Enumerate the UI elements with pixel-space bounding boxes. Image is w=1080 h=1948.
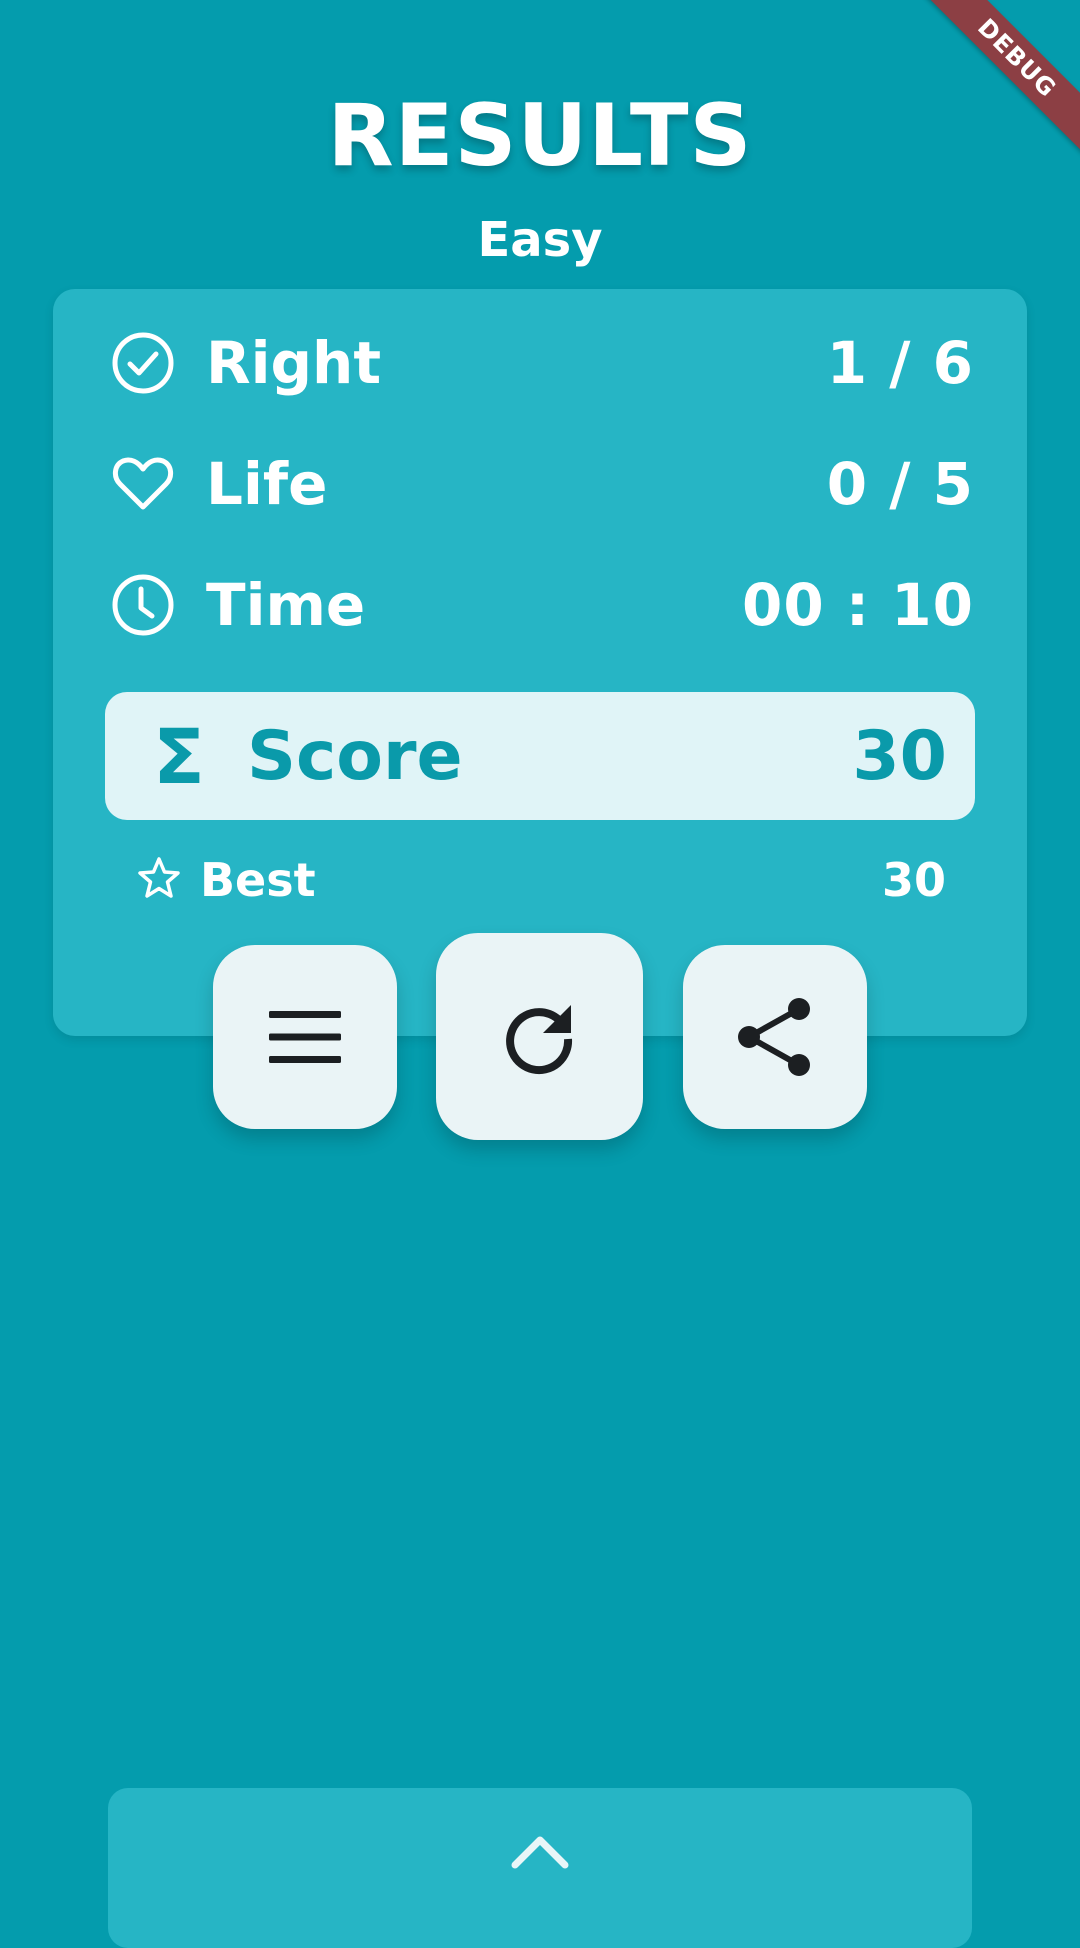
stat-label-time: Time (206, 571, 366, 639)
check-circle-icon (110, 330, 176, 396)
score-value: 30 (852, 716, 947, 796)
difficulty-label: Easy (477, 212, 603, 268)
score-label: Score (247, 716, 463, 796)
restart-button[interactable] (436, 933, 643, 1140)
sigma-icon: Σ (153, 711, 205, 801)
bottom-panel-handle[interactable] (108, 1788, 972, 1948)
stat-row-right: Right 1 / 6 (110, 323, 974, 403)
menu-icon (269, 1011, 341, 1063)
best-row: Best 30 (136, 850, 946, 910)
score-row: Σ Score 30 (105, 692, 975, 820)
stat-label-life: Life (206, 450, 328, 518)
star-icon (136, 855, 182, 905)
stat-value-time: 00 : 10 (741, 571, 974, 639)
stat-row-time: Time 00 : 10 (110, 565, 974, 645)
heart-icon (110, 451, 176, 517)
menu-button[interactable] (213, 945, 397, 1129)
stat-value-life: 0 / 5 (826, 450, 974, 518)
stat-value-right: 1 / 6 (826, 329, 974, 397)
share-icon (738, 998, 810, 1076)
stat-label-right: Right (206, 329, 382, 397)
share-button[interactable] (683, 945, 867, 1129)
stat-row-life: Life 0 / 5 (110, 444, 974, 524)
page-title: RESULTS (327, 86, 753, 186)
best-label: Best (200, 853, 316, 907)
restart-icon (505, 1004, 572, 1074)
clock-icon (110, 572, 176, 638)
chevron-up-icon (510, 1832, 570, 1948)
best-value: 30 (881, 853, 946, 907)
